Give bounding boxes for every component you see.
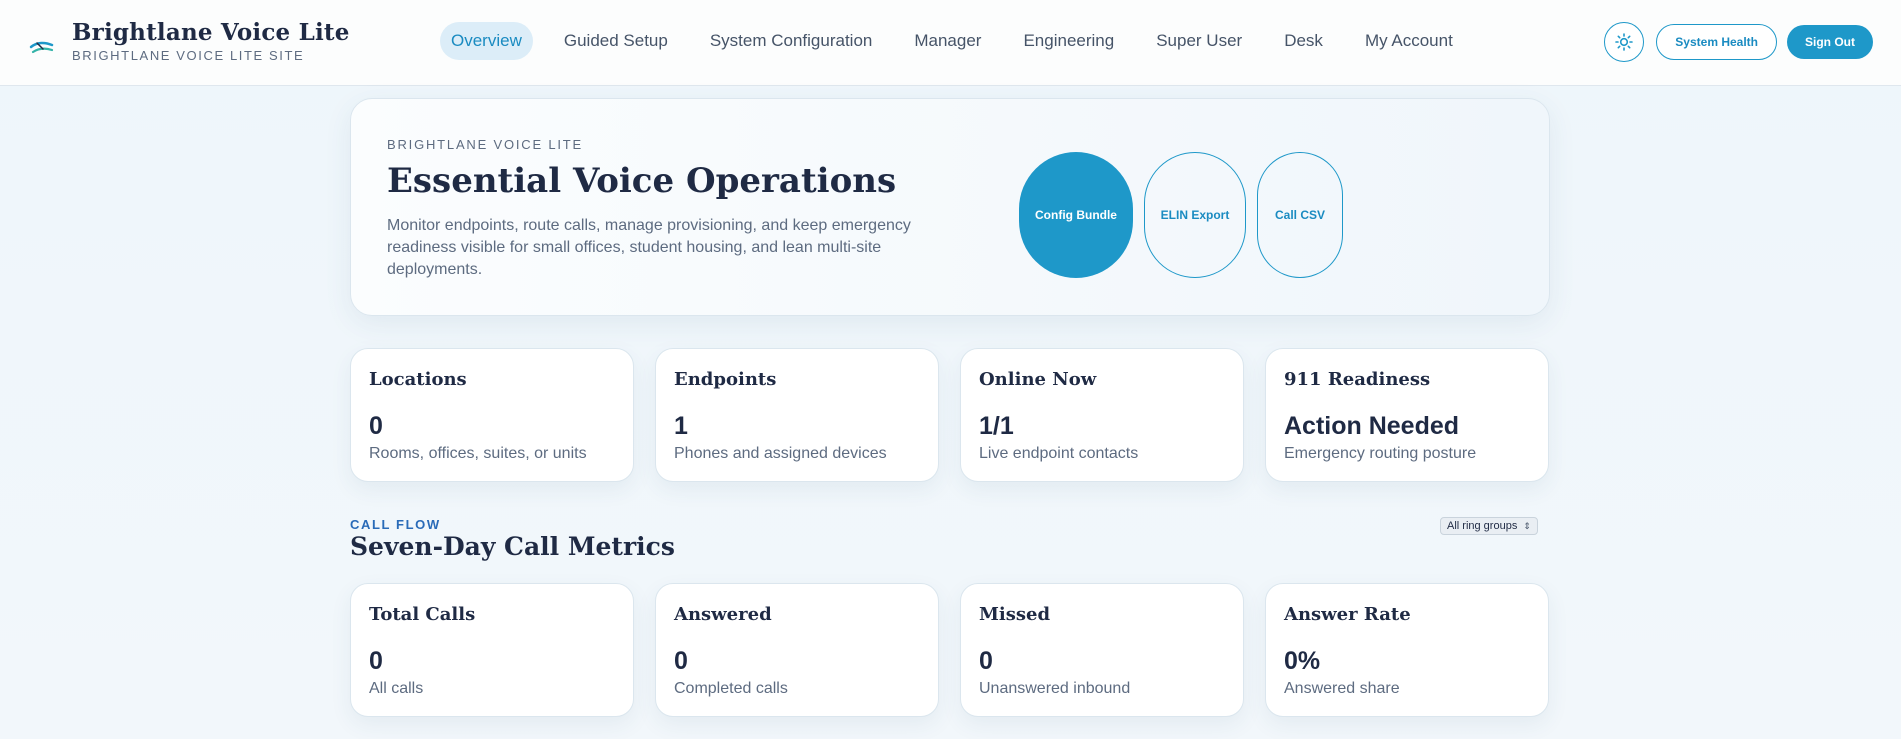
card-subtitle: Emergency routing posture xyxy=(1284,445,1477,462)
card-missed: Missed 0 Unanswered inbound xyxy=(960,583,1244,717)
card-subtitle: All calls xyxy=(369,680,424,697)
select-arrows-icon: ⇕ xyxy=(1523,520,1531,531)
card-locations: Locations 0 Rooms, offices, suites, or u… xyxy=(350,348,634,482)
card-value: 0 xyxy=(674,647,688,675)
card-answered: Answered 0 Completed calls xyxy=(655,583,939,717)
card-subtitle: Rooms, offices, suites, or units xyxy=(369,445,587,462)
section-title: Seven-Day Call Metrics xyxy=(350,532,675,561)
hero-eyebrow: BRIGHTLANE VOICE LITE xyxy=(387,137,584,152)
brand[interactable]: Brightlane Voice Lite BRIGHTLANE VOICE L… xyxy=(28,20,350,63)
card-value: 1 xyxy=(674,412,688,440)
hero-description: Monitor endpoints, route calls, manage p… xyxy=(387,217,911,278)
nav-guided-setup[interactable]: Guided Setup xyxy=(553,22,679,60)
card-subtitle: Phones and assigned devices xyxy=(674,445,887,462)
nav-engineering[interactable]: Engineering xyxy=(1012,22,1125,60)
theme-toggle-button[interactable] xyxy=(1604,22,1645,62)
brand-subtitle: BRIGHTLANE VOICE LITE SITE xyxy=(72,48,305,63)
card-title: Total Calls xyxy=(369,604,476,625)
sun-icon xyxy=(1615,33,1634,51)
card-title: Missed xyxy=(979,604,1051,625)
card-title: Online Now xyxy=(979,369,1097,390)
system-health-button[interactable]: System Health xyxy=(1656,24,1777,60)
ring-group-select[interactable]: All ring groups ⇕ xyxy=(1440,517,1538,535)
nav-super-user[interactable]: Super User xyxy=(1145,22,1253,60)
hero-panel: BRIGHTLANE VOICE LITE Essential Voice Op… xyxy=(350,98,1550,316)
card-answer-rate: Answer Rate 0% Answered share xyxy=(1265,583,1549,717)
top-actions: System Health Sign Out xyxy=(1604,22,1873,62)
card-subtitle: Live endpoint contacts xyxy=(979,445,1139,462)
card-title: Endpoints xyxy=(674,369,777,390)
card-subtitle: Completed calls xyxy=(674,680,788,697)
card-online-now: Online Now 1/1 Live endpoint contacts xyxy=(960,348,1244,482)
card-total-calls: Total Calls 0 All calls xyxy=(350,583,634,717)
call-csv-button[interactable]: Call CSV xyxy=(1257,152,1343,278)
card-title: Answer Rate xyxy=(1284,604,1411,625)
ring-group-select-value: All ring groups xyxy=(1447,520,1518,532)
card-subtitle: Answered share xyxy=(1284,680,1400,697)
config-bundle-button[interactable]: Config Bundle xyxy=(1019,152,1133,278)
nav-manager[interactable]: Manager xyxy=(903,22,992,60)
card-value: 0 xyxy=(369,647,383,675)
card-value: 0 xyxy=(979,647,993,675)
card-title: Answered xyxy=(674,604,772,625)
card-title: 911 Readiness xyxy=(1284,369,1431,390)
hero-actions: Config Bundle ELIN Export Call CSV xyxy=(1019,152,1354,278)
card-value: Action Needed xyxy=(1284,412,1460,440)
card-subtitle: Unanswered inbound xyxy=(979,680,1131,697)
nav-overview[interactable]: Overview xyxy=(440,22,533,60)
card-value: 0 xyxy=(369,412,383,440)
brand-title: Brightlane Voice Lite xyxy=(72,19,350,46)
nav-system-configuration[interactable]: System Configuration xyxy=(699,22,884,60)
card-endpoints: Endpoints 1 Phones and assigned devices xyxy=(655,348,939,482)
card-title: Locations xyxy=(369,369,467,390)
hero-title: Essential Voice Operations xyxy=(387,161,897,201)
card-911-readiness: 911 Readiness Action Needed Emergency ro… xyxy=(1265,348,1549,482)
nav-my-account[interactable]: My Account xyxy=(1354,22,1464,60)
sign-out-button[interactable]: Sign Out xyxy=(1787,25,1873,59)
nav-desk[interactable]: Desk xyxy=(1273,22,1334,60)
main-nav: Overview Guided Setup System Configurati… xyxy=(440,22,1484,60)
card-value: 0% xyxy=(1284,647,1321,675)
brand-logo-icon xyxy=(29,41,54,53)
top-bar: Brightlane Voice Lite BRIGHTLANE VOICE L… xyxy=(0,0,1901,86)
elin-export-button[interactable]: ELIN Export xyxy=(1144,152,1246,278)
card-value: 1/1 xyxy=(979,412,1014,440)
section-eyebrow: CALL FLOW xyxy=(350,517,441,532)
